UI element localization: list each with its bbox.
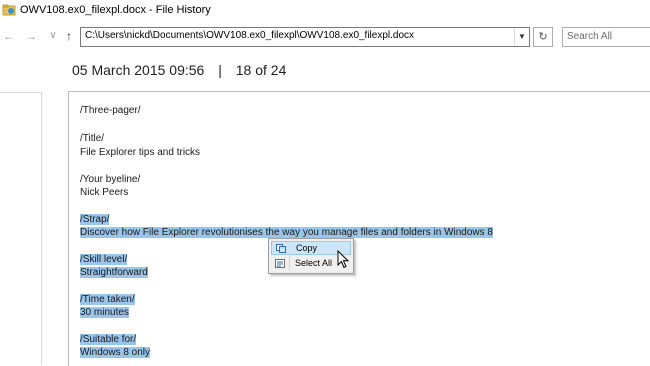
refresh-icon[interactable]: ↻ xyxy=(533,27,553,47)
address-bar[interactable]: C:\Users\nickd\Documents\OWV108.ex0_file… xyxy=(80,27,530,47)
navigation-bar: ← → ∨ ↑ C:\Users\nickd\Documents\OWV108.… xyxy=(0,24,650,50)
doc-line: File Explorer tips and tricks xyxy=(80,147,201,158)
divider xyxy=(0,92,41,93)
doc-line: /Time taken/ xyxy=(80,294,135,305)
search-input[interactable]: Search All xyxy=(562,27,650,47)
file-history-app-icon xyxy=(2,4,16,16)
doc-line: /Skill level/ xyxy=(80,254,128,265)
version-position: 18 of 24 xyxy=(235,62,287,78)
doc-line: Windows 8 only xyxy=(80,347,151,358)
search-placeholder: Search All xyxy=(567,31,613,42)
left-pane xyxy=(0,92,42,365)
up-arrow-icon[interactable]: ↑ xyxy=(62,28,76,44)
title-bar: OWV108.ex0_filexpl.docx - File History xyxy=(0,0,650,25)
document-preview[interactable]: /Three-pager/ /Title/ File Explorer tips… xyxy=(68,91,650,366)
doc-line: /Title/ xyxy=(80,133,105,144)
doc-line: Straightforward xyxy=(80,267,148,278)
copy-icon xyxy=(276,244,286,253)
version-separator: | xyxy=(218,62,222,78)
address-path: C:\Users\nickd\Documents\OWV108.ex0_file… xyxy=(85,30,415,41)
recent-dropdown-icon[interactable]: ∨ xyxy=(46,28,60,44)
doc-line: /Suitable for/ xyxy=(80,334,137,345)
version-date: 05 March 2015 09:56 xyxy=(72,62,205,78)
doc-line: 30 minutes xyxy=(80,307,129,318)
doc-line: /Strap/ xyxy=(80,214,110,225)
window-title: OWV108.ex0_filexpl.docx - File History xyxy=(20,4,211,16)
forward-arrow-icon[interactable]: → xyxy=(24,28,38,44)
doc-line: Nick Peers xyxy=(80,187,129,198)
select-all-icon xyxy=(275,259,285,268)
back-arrow-icon[interactable]: ← xyxy=(2,28,16,44)
menu-item-label: Copy xyxy=(296,243,318,253)
doc-line: /Your byeline/ xyxy=(80,174,141,185)
chevron-down-icon[interactable]: ▼ xyxy=(514,28,529,46)
doc-line: /Three-pager/ xyxy=(80,105,141,116)
mouse-cursor-icon xyxy=(337,250,350,269)
version-info: 05 March 2015 09:56 | 18 of 24 xyxy=(72,62,286,78)
menu-item-label: Select All xyxy=(295,258,333,268)
